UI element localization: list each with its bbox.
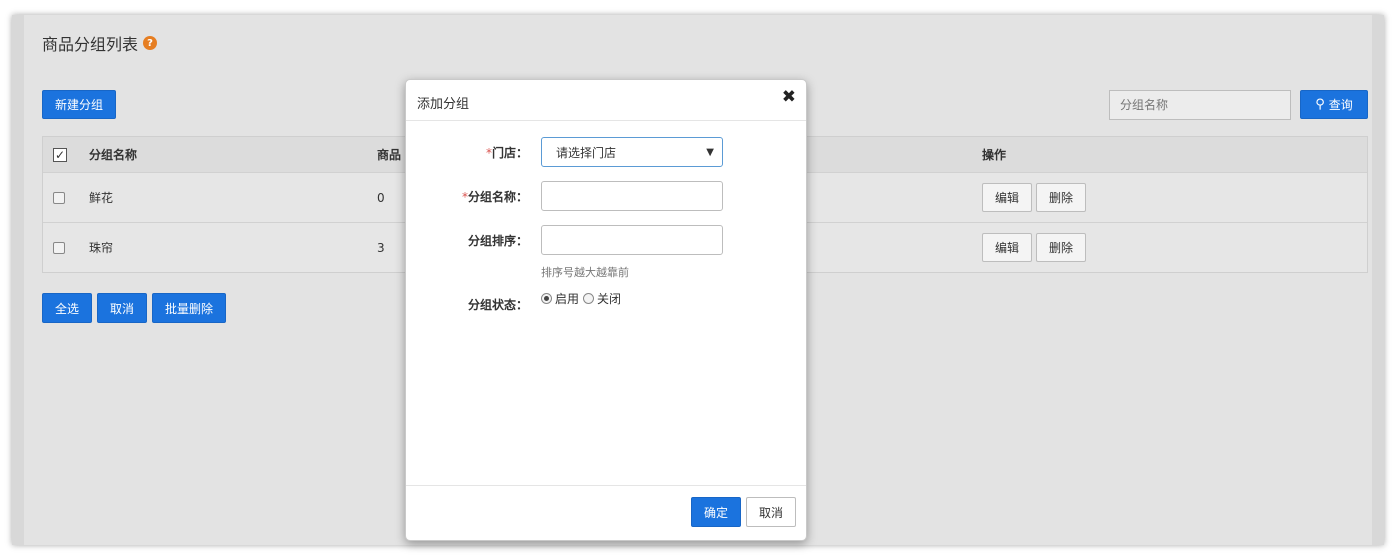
group-sort-label: 分组排序： xyxy=(467,234,528,248)
status-enabled-label: 启用 xyxy=(555,292,580,306)
modal-footer: 确定 取消 xyxy=(406,485,806,540)
chevron-down-icon: ▼ xyxy=(706,146,714,158)
store-select-value: 请选择门店 xyxy=(556,145,617,160)
group-sort-field[interactable] xyxy=(541,225,723,255)
confirm-button[interactable]: 确定 xyxy=(691,497,741,527)
status-radio-group: 启用 关闭 xyxy=(541,290,625,307)
status-disabled-label: 关闭 xyxy=(597,292,622,306)
group-name-label: *分组名称： xyxy=(461,190,528,204)
store-select[interactable]: 请选择门店 ▼ xyxy=(541,137,723,167)
modal-overlay: 添加分组 ✖ *门店： 请选择门店 ▼ *分组名称： 分组排序： 排序号越大越靠… xyxy=(0,0,1396,560)
status-enabled-radio[interactable] xyxy=(541,293,552,304)
modal-header: 添加分组 ✖ xyxy=(406,80,806,121)
cancel-button[interactable]: 取消 xyxy=(746,497,796,527)
modal-title: 添加分组 xyxy=(417,97,470,112)
add-group-dialog: 添加分组 ✖ *门店： 请选择门店 ▼ *分组名称： 分组排序： 排序号越大越靠… xyxy=(405,79,807,541)
group-status-label: 分组状态： xyxy=(467,298,528,312)
group-name-field[interactable] xyxy=(541,181,723,211)
store-label: *门店： xyxy=(485,146,528,160)
sort-help-text: 排序号越大越靠前 xyxy=(541,266,629,279)
close-icon[interactable]: ✖ xyxy=(782,87,796,107)
status-disabled-radio[interactable] xyxy=(583,293,595,304)
